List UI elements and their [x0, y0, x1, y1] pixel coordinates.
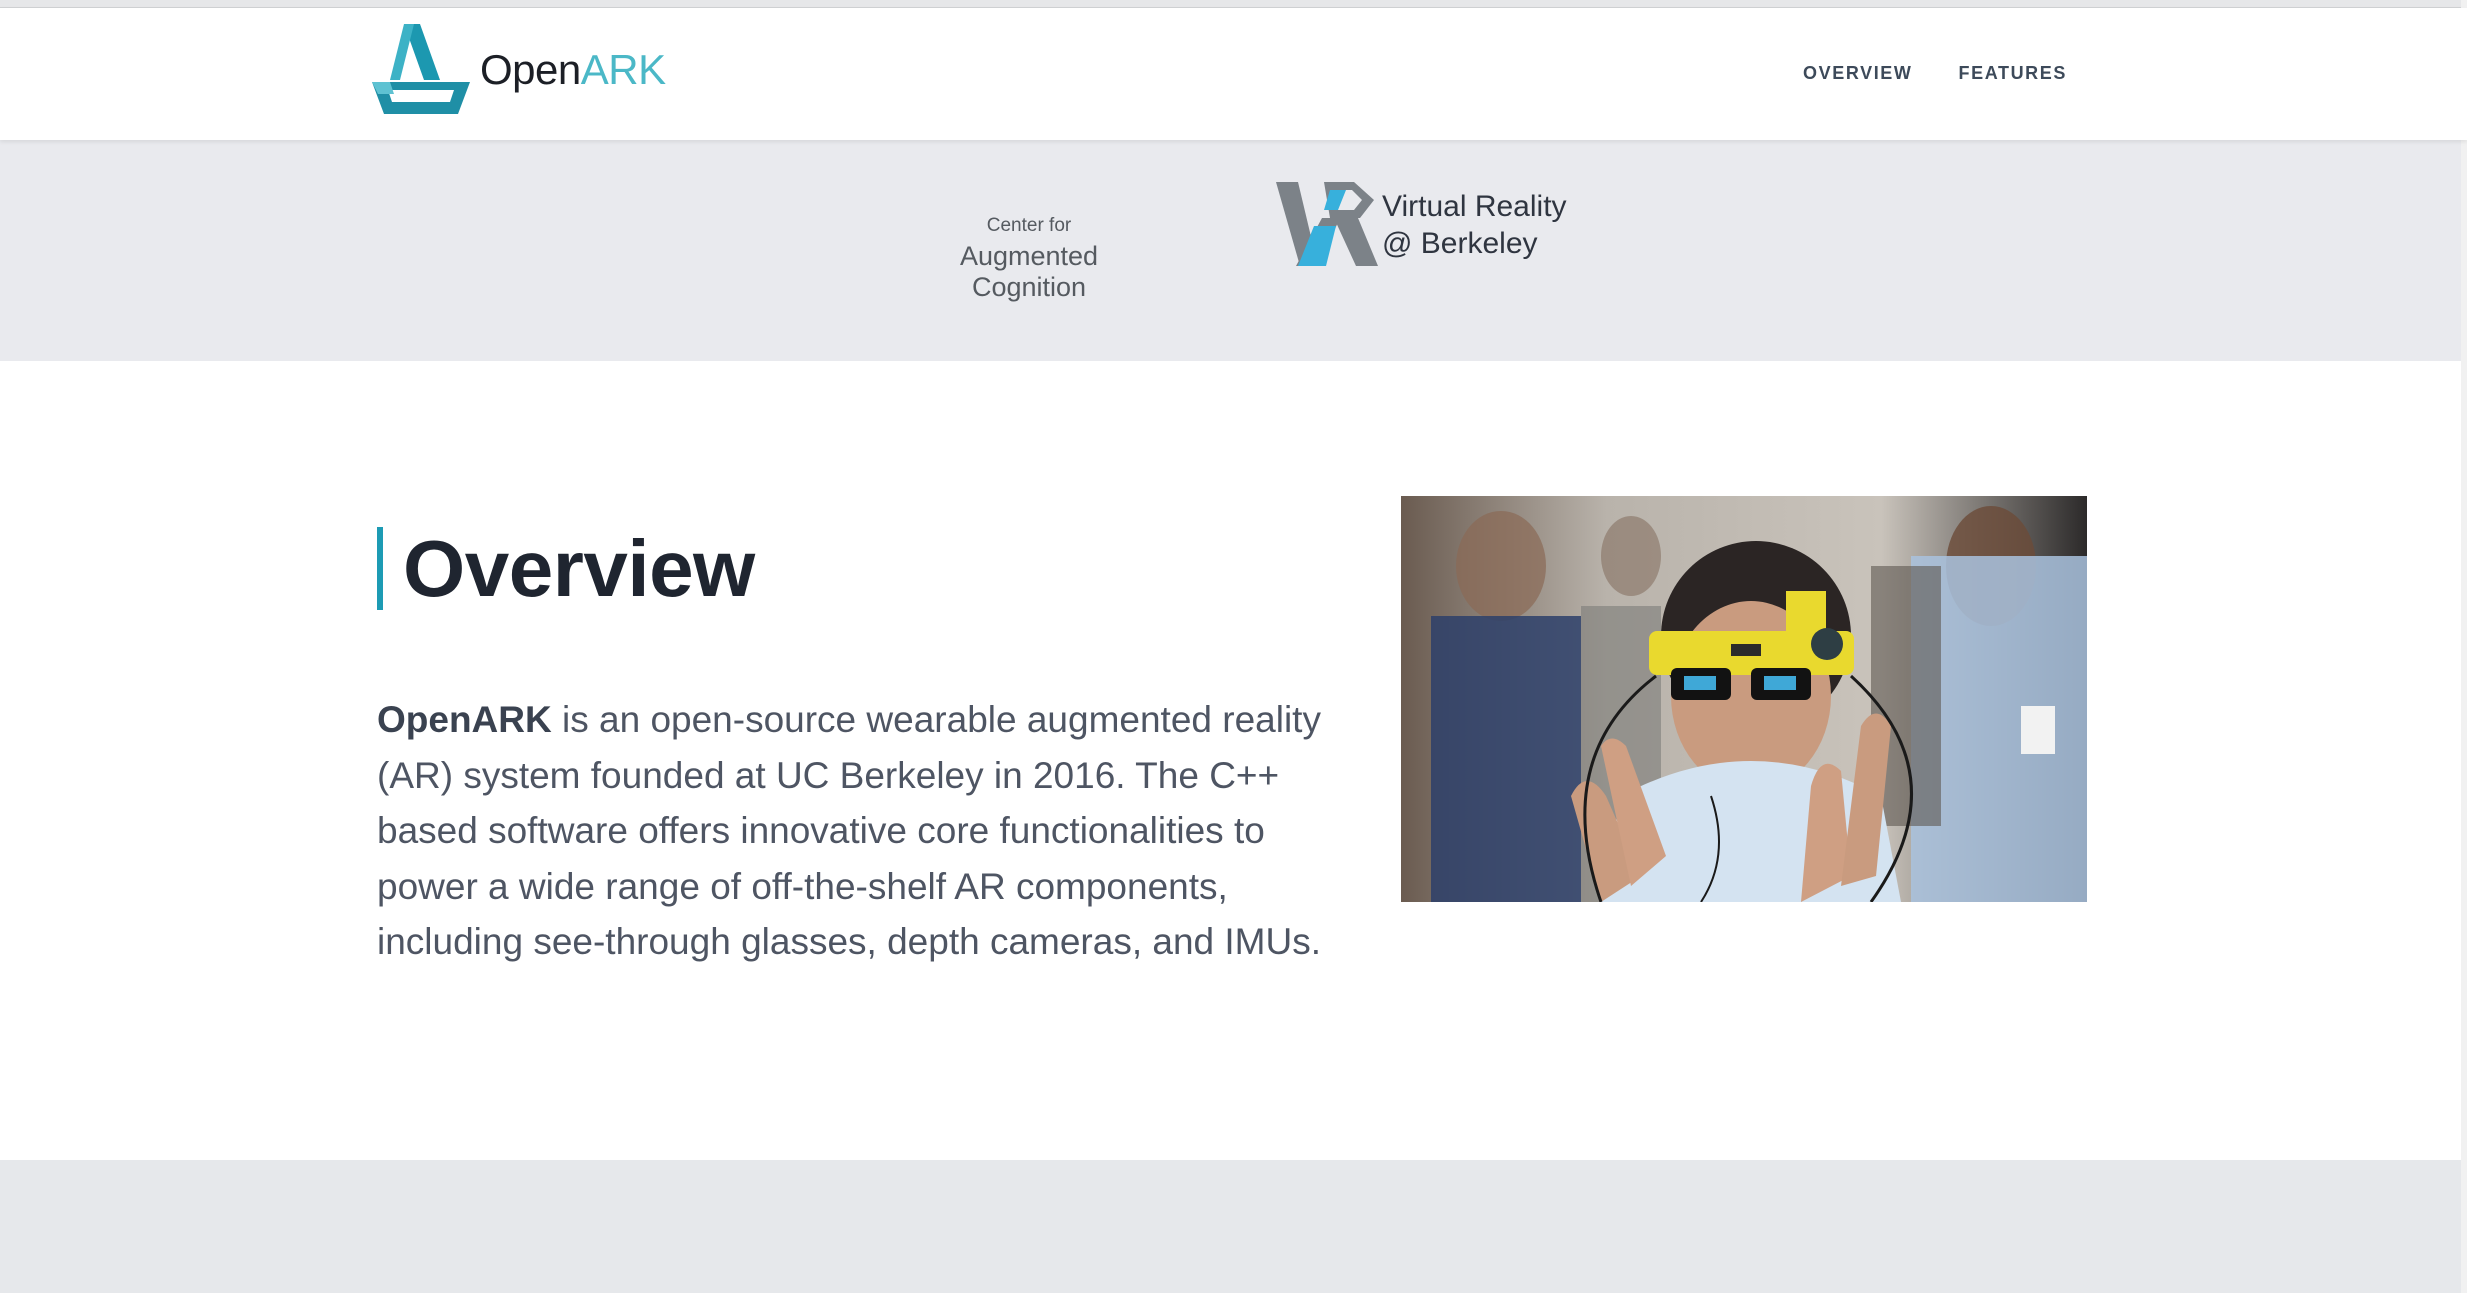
openark-logo[interactable]: OpenARK — [370, 20, 666, 120]
next-section-band — [0, 1160, 2467, 1293]
ar-headset-user-image — [1401, 496, 2087, 902]
overview-description: OpenARK is an open-source wearable augme… — [377, 692, 1362, 970]
overview-title: Overview — [403, 524, 755, 613]
nav-features[interactable]: FEATURES — [1959, 63, 2067, 84]
vr-berkeley-logo[interactable]: Virtual Reality @ Berkeley — [1274, 178, 1567, 270]
cac-line1: Center for — [986, 215, 1072, 236]
vr-line2: @ Berkeley — [1382, 227, 1538, 260]
overview-heading-accent: Overview — [377, 524, 755, 613]
partners-band: Center for Augmented Cognition Virtual R… — [0, 140, 2467, 361]
openark-logo-icon — [372, 24, 470, 114]
vr-line1: Virtual Reality — [1382, 190, 1567, 223]
cac-logo[interactable]: Center for Augmented Cognition — [904, 215, 1154, 303]
page-scrollbar[interactable] — [2461, 0, 2467, 1293]
overview-lead: OpenARK — [377, 699, 552, 740]
site-header: OpenARK OVERVIEW FEATURES — [0, 8, 2467, 140]
overview-section: Overview OpenARK is an open-source weara… — [0, 361, 2467, 1160]
cac-line2: Augmented Cognition — [959, 241, 1099, 302]
nav-overview[interactable]: OVERVIEW — [1803, 63, 1913, 84]
overview-photo — [1401, 496, 2087, 902]
main-nav: OVERVIEW FEATURES — [1803, 63, 2067, 84]
browser-top-edge — [0, 0, 2467, 8]
vr-logo-icon — [1276, 182, 1378, 266]
brand-name: OpenARK — [480, 46, 666, 93]
vr-logo-text: Virtual Reality @ Berkeley — [1382, 188, 1567, 262]
